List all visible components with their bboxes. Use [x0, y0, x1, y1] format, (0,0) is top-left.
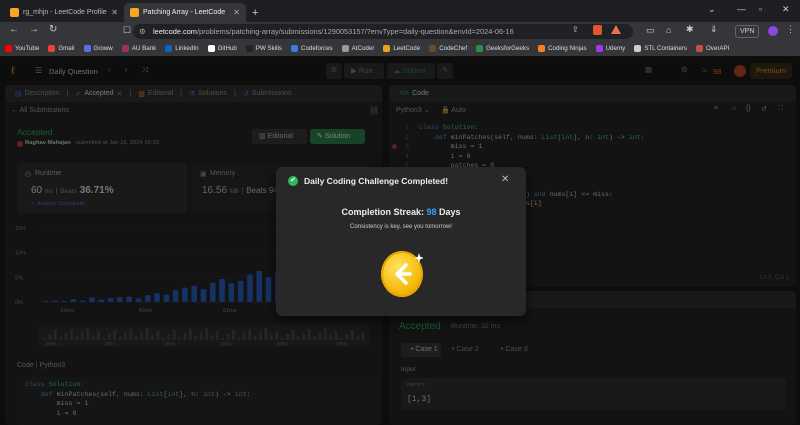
bookmark-favicon-icon	[538, 45, 546, 52]
extensions-puzzle-icon[interactable]: ✱	[686, 24, 694, 35]
close-tab-icon[interactable]: ✕	[233, 8, 240, 17]
address-bar[interactable]: ⚙ leetcode.com/problems/patching-array/s…	[133, 24, 633, 39]
bookmarks-bar: YouTube Gmail Groww AU Bank LinkedIn GitHub PW…	[0, 41, 800, 57]
bookmark-label: AU Bank	[131, 45, 157, 52]
bookmark-item[interactable]: Gmail	[48, 45, 75, 52]
coin-logo	[395, 253, 424, 285]
bookmark-favicon-icon	[83, 45, 91, 52]
bookmark-label: YouTube	[15, 45, 40, 52]
bookmark-favicon-icon	[165, 45, 173, 52]
bookmark-item[interactable]: Codeforces	[290, 45, 333, 52]
tab-label: Patching Array - LeetCode	[143, 9, 226, 16]
modal-title: Daily Coding Challenge Completed!	[304, 176, 449, 186]
bookmark-item[interactable]: STL Containers	[634, 45, 687, 52]
modal-close-button[interactable]: ✕	[501, 174, 509, 185]
bookmark-label: AtCoder	[351, 45, 375, 52]
bookmark-label: GeeksforGeeks	[486, 45, 530, 52]
bookmark-item[interactable]: YouTube	[5, 45, 39, 52]
bookmark-favicon-icon	[245, 45, 253, 52]
bookmark-item[interactable]: PW Skills	[245, 45, 282, 52]
streak-label: Completion Streak:	[341, 207, 424, 217]
bookmark-item[interactable]: AtCoder	[341, 45, 375, 52]
sidebar-icon[interactable]: ▭	[646, 25, 655, 36]
bookmark-label: GitHub	[217, 45, 237, 52]
daily-challenge-modal: ✔ Daily Coding Challenge Completed! ✕ Co…	[276, 167, 526, 316]
bookmark-favicon-icon	[695, 45, 703, 52]
bookmark-label: STL Containers	[644, 45, 687, 52]
bookmark-favicon-icon	[207, 45, 215, 52]
url-host: leetcode.com	[153, 27, 197, 36]
bookmark-favicon-icon	[634, 45, 642, 52]
browser-tab-profile[interactable]: rg_mhjn - LeetCode Profile ✕	[4, 3, 124, 22]
bookmark-favicon-icon	[290, 45, 298, 52]
bookmark-item[interactable]: LeetCode	[383, 45, 420, 52]
bookmark-item[interactable]: GitHub	[207, 45, 237, 52]
bookmark-item[interactable]: Udemy	[595, 45, 626, 52]
new-tab-button[interactable]: +	[252, 7, 258, 19]
bookmark-item[interactable]: Coding Ninjas	[538, 45, 587, 52]
bookmark-favicon-icon	[341, 45, 349, 52]
bookmark-item[interactable]: LinkedIn	[165, 45, 199, 52]
browser-tab-patching-array[interactable]: Patching Array - LeetCode ✕	[124, 3, 246, 22]
bookmark-label: Udemy	[605, 45, 626, 52]
streak-value: 98	[426, 207, 437, 217]
bookmark-item[interactable]: Groww	[83, 45, 113, 52]
bookmark-label: Codeforces	[300, 45, 333, 52]
bookmark-favicon-icon	[5, 45, 12, 52]
tab-label: rg_mhjn - LeetCode Profile	[23, 9, 107, 16]
bookmark-favicon-icon	[48, 45, 56, 52]
streak-line: Completion Streak: 98 Days	[276, 207, 526, 217]
bookmark-page-icon[interactable]: ☐	[123, 25, 131, 36]
tab-search-icon[interactable]: ⌄	[708, 4, 716, 15]
bookmark-label: LeetCode	[393, 45, 421, 52]
maximize-icon[interactable]: ▫	[759, 4, 762, 14]
streak-unit: Days	[439, 207, 461, 217]
forward-icon[interactable]: →	[29, 24, 39, 35]
bookmark-favicon-icon	[429, 45, 437, 52]
bookmark-label: OverAPI	[705, 45, 730, 52]
share-icon[interactable]: ⇪	[572, 25, 579, 34]
minimize-icon[interactable]: —	[737, 4, 746, 14]
wallet-icon[interactable]	[768, 26, 778, 36]
close-window-icon[interactable]: ✕	[782, 4, 790, 15]
download-icon[interactable]: ⇓	[710, 24, 718, 35]
bookmark-item[interactable]: AU Bank	[121, 45, 157, 52]
back-icon[interactable]: ←	[9, 24, 19, 35]
close-tab-icon[interactable]: ✕	[111, 8, 118, 17]
site-info-icon[interactable]: ⚙	[139, 24, 146, 39]
rewards-icon[interactable]	[611, 25, 621, 34]
bookmark-label: PW Skills	[255, 45, 282, 52]
bookmark-item[interactable]: CodeChef	[429, 45, 467, 52]
leetcode-favicon-icon	[130, 8, 139, 17]
bookmark-item[interactable]: OverAPI	[695, 45, 730, 52]
vpn-label: VPN	[740, 28, 755, 35]
leetcode-coin-icon	[381, 251, 424, 297]
bookmark-label: Gmail	[58, 45, 75, 52]
bookmark-label: LinkedIn	[175, 45, 199, 52]
bookmark-favicon-icon	[595, 45, 603, 52]
leetcode-favicon-icon	[10, 8, 19, 17]
bookmark-favicon-icon	[383, 45, 391, 52]
extension-icon[interactable]: ⌂	[666, 25, 671, 35]
reload-icon[interactable]: ↻	[49, 24, 57, 35]
bookmark-label: Groww	[93, 45, 113, 52]
bookmark-favicon-icon	[121, 45, 129, 52]
vpn-button[interactable]: VPN	[735, 25, 760, 38]
bookmark-label: CodeChef	[439, 45, 468, 52]
bookmark-item[interactable]: GeeksforGeeks	[476, 45, 529, 52]
url-path: /problems/patching-array/submissions/129…	[196, 27, 514, 36]
check-circle-icon: ✔	[288, 176, 298, 186]
bookmark-label: Coding Ninjas	[548, 45, 587, 52]
browser-toolbar: ← → ↻ ☐ ⚙ leetcode.com/problems/patching…	[0, 22, 800, 41]
menu-icon[interactable]: ⋮	[786, 24, 795, 35]
browser-tab-strip: rg_mhjn - LeetCode Profile ✕ Patching Ar…	[0, 0, 800, 22]
bookmark-favicon-icon	[476, 45, 484, 52]
modal-message: Consistency is key, see you tomorrow!	[350, 224, 452, 230]
brave-shield-icon[interactable]	[593, 25, 602, 35]
